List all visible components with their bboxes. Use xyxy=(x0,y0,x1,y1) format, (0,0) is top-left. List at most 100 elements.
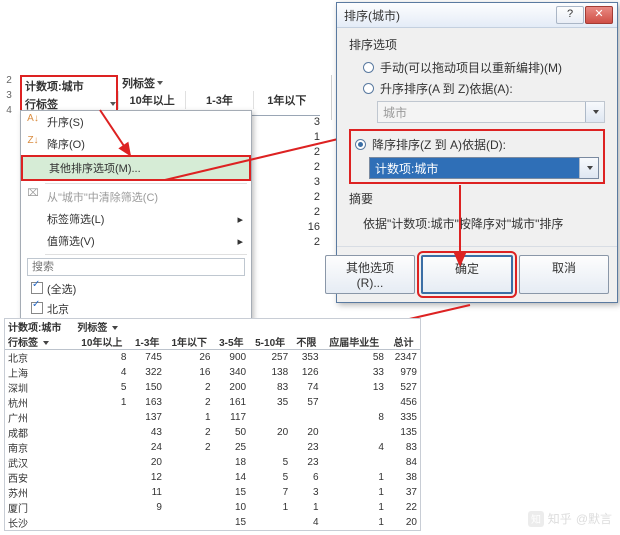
data-cell: 1 xyxy=(249,500,291,515)
table-row: 上海43221634013812633979 xyxy=(5,365,420,380)
dialog-titlebar[interactable]: 排序(城市) ? ✕ xyxy=(337,3,617,28)
row-city-label: 厦门 xyxy=(5,500,74,515)
radio-icon xyxy=(363,83,374,94)
data-cell xyxy=(165,515,214,530)
data-cell xyxy=(74,485,129,500)
data-cell: 2 xyxy=(165,425,214,440)
row-field-dropdown-icon[interactable] xyxy=(43,341,49,345)
combo-dropdown-icon[interactable] xyxy=(579,158,598,178)
table-row: 广州13711178335 xyxy=(5,410,420,425)
radio-descending[interactable]: 降序排序(Z 到 A)依据(D): xyxy=(355,134,599,155)
menu-divider xyxy=(45,183,247,184)
data-cell: 161 xyxy=(214,395,250,410)
menu-sort-asc[interactable]: A↓ 升序(S) xyxy=(21,111,251,133)
data-cell: 38 xyxy=(387,470,420,485)
column-header: 5-10年 xyxy=(249,334,291,350)
help-button[interactable]: ? xyxy=(556,6,584,24)
row-city-label: 长沙 xyxy=(5,515,74,530)
column-header: 1年以下 xyxy=(165,334,214,350)
pivot-row-label: 行标签 xyxy=(8,338,38,349)
desc-field-combo[interactable]: 计数项:城市 xyxy=(369,157,599,179)
data-cell: 4 xyxy=(74,365,129,380)
data-cell: 1 xyxy=(74,395,129,410)
data-cell: 15 xyxy=(214,515,250,530)
svg-text:知: 知 xyxy=(531,513,541,526)
data-cell: 7 xyxy=(249,485,291,500)
data-cell: 20 xyxy=(387,515,420,530)
radio-manual[interactable]: 手动(可以拖动项目以重新编排)(M) xyxy=(349,57,605,78)
table-row: 深圳51502200837413527 xyxy=(5,380,420,395)
data-cell xyxy=(74,515,129,530)
data-cell: 83 xyxy=(387,440,420,455)
pivot-measure-title: 计数项:城市 xyxy=(5,319,74,334)
menu-divider xyxy=(45,254,247,255)
data-cell: 2 xyxy=(165,440,214,455)
sort-dialog: 排序(城市) ? ✕ 排序选项 手动(可以拖动项目以重新编排)(M) 升序排序(… xyxy=(336,2,618,303)
data-cell: 58 xyxy=(322,350,387,366)
menu-search[interactable] xyxy=(27,258,245,276)
column-header: 1-3年 xyxy=(185,91,252,109)
radio-ascending[interactable]: 升序排序(A 到 Z)依据(A): xyxy=(349,78,605,99)
column-header: 1年以下 xyxy=(253,91,320,109)
ok-button[interactable]: 确定 xyxy=(421,255,513,294)
row-field-dropdown-icon[interactable] xyxy=(110,102,116,106)
data-cell xyxy=(74,440,129,455)
data-cell xyxy=(291,410,321,425)
data-cell: 200 xyxy=(214,380,250,395)
data-cell: 137 xyxy=(129,410,165,425)
radio-icon xyxy=(355,139,366,150)
close-button[interactable]: ✕ xyxy=(585,6,613,24)
col-field-dropdown-icon[interactable] xyxy=(112,326,118,330)
data-cell: 126 xyxy=(291,365,321,380)
row-city-label: 杭州 xyxy=(5,395,74,410)
watermark: 知 知乎 @默言 xyxy=(528,510,612,527)
menu-sort-desc[interactable]: Z↓ 降序(O) xyxy=(21,133,251,155)
data-cell xyxy=(74,425,129,440)
data-cell: 1 xyxy=(322,515,387,530)
column-header: 应届毕业生 xyxy=(322,334,387,350)
data-cell: 1 xyxy=(291,500,321,515)
data-cell: 2 xyxy=(165,395,214,410)
data-cell: 117 xyxy=(214,410,250,425)
data-cell: 37 xyxy=(387,485,420,500)
summary-label: 摘要 xyxy=(349,190,605,207)
data-cell: 745 xyxy=(129,350,165,366)
data-cell: 83 xyxy=(249,380,291,395)
cancel-button[interactable]: 取消 xyxy=(519,255,609,294)
table-row: 苏州111573137 xyxy=(5,485,420,500)
data-cell: 12 xyxy=(129,470,165,485)
column-header: 总计 xyxy=(387,334,420,350)
menu-label-filter[interactable]: 标签筛选(L) ▸ xyxy=(21,208,251,230)
data-cell: 15 xyxy=(214,485,250,500)
table-row: 成都432502020135 xyxy=(5,425,420,440)
data-cell: 14 xyxy=(214,470,250,485)
row-city-label: 武汉 xyxy=(5,455,74,470)
data-cell: 1 xyxy=(322,470,387,485)
data-cell: 979 xyxy=(387,365,420,380)
column-header: 1-3年 xyxy=(129,334,165,350)
pivot-col-label: 列标签 xyxy=(77,323,107,334)
menu-search-input[interactable] xyxy=(27,258,245,276)
menu-value-filter[interactable]: 值筛选(V) ▸ xyxy=(21,230,251,252)
menu-clear-filter[interactable]: ⌧ 从"城市"中清除筛选(C) xyxy=(21,186,251,208)
data-cell: 84 xyxy=(387,455,420,470)
col-field-dropdown-icon[interactable] xyxy=(157,81,163,85)
data-cell xyxy=(129,515,165,530)
data-cell: 8 xyxy=(322,410,387,425)
data-cell xyxy=(249,440,291,455)
data-cell: 340 xyxy=(214,365,250,380)
sort-desc-icon: Z↓ xyxy=(25,135,41,149)
column-header: 10年以上 xyxy=(74,334,129,350)
menu-more-sort-options[interactable]: 其他排序选项(M)... xyxy=(21,155,251,181)
data-cell xyxy=(74,470,129,485)
row-city-label: 成都 xyxy=(5,425,74,440)
menu-check-all[interactable]: (全选) xyxy=(21,279,251,299)
data-cell xyxy=(322,455,387,470)
data-cell: 4 xyxy=(322,440,387,455)
more-options-button[interactable]: 其他选项(R)... xyxy=(325,255,415,294)
menu-check-item[interactable]: 北京 xyxy=(21,299,251,319)
data-cell xyxy=(165,485,214,500)
pivot-sample-values: 3 1 2 2 3 2 2 16 2 xyxy=(260,115,320,250)
data-cell: 23 xyxy=(291,455,321,470)
sort-asc-icon: A↓ xyxy=(25,113,41,127)
